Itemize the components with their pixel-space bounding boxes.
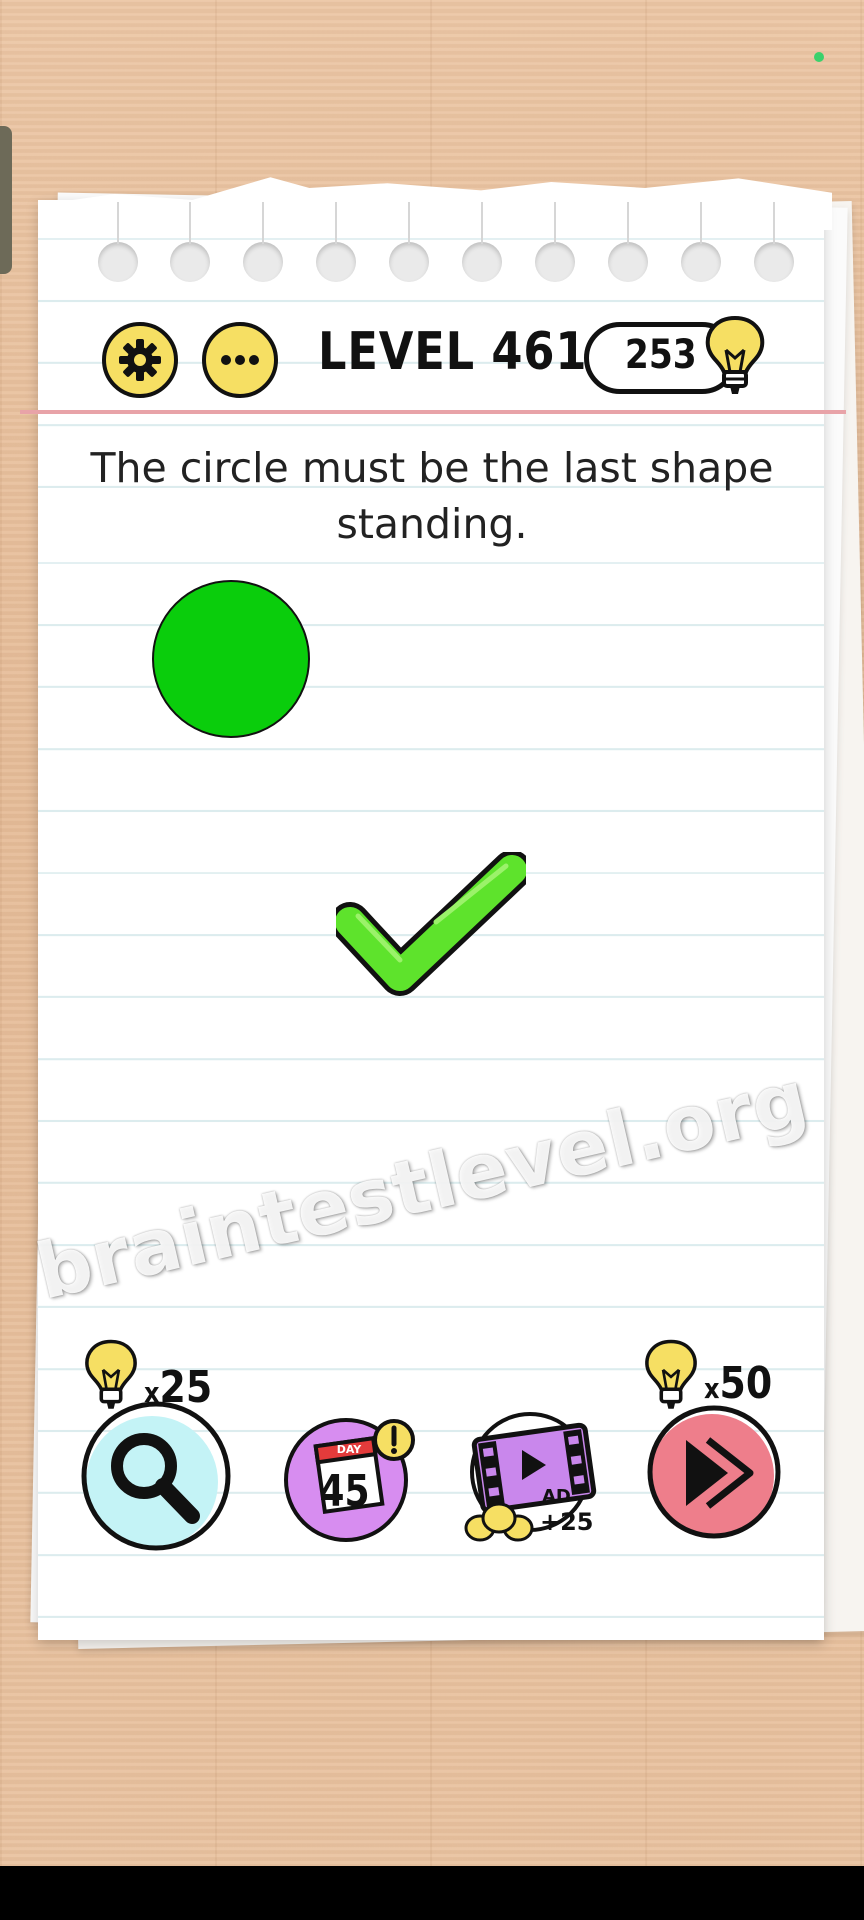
day-label: DAY bbox=[336, 1443, 362, 1456]
search-hint-button[interactable] bbox=[74, 1400, 234, 1552]
binder-hole bbox=[535, 202, 575, 282]
binder-hole bbox=[98, 202, 138, 282]
margin-line bbox=[20, 410, 846, 414]
gear-icon bbox=[119, 339, 161, 381]
more-options-button[interactable] bbox=[202, 322, 278, 398]
lightbulb-icon bbox=[705, 315, 765, 394]
binder-hole bbox=[754, 202, 794, 282]
green-circle-shape[interactable] bbox=[152, 580, 310, 738]
binder-hole bbox=[243, 202, 283, 282]
binder-hole bbox=[170, 202, 210, 282]
skip-cost-label: x50 bbox=[704, 1358, 773, 1409]
ad-reward-label: +25 bbox=[540, 1508, 594, 1536]
instruction-text: The circle must be the last shape standi… bbox=[90, 444, 774, 548]
status-indicator-dot bbox=[814, 52, 824, 62]
ad-label: AD bbox=[542, 1486, 571, 1507]
skip-cost: 50 bbox=[719, 1358, 773, 1409]
binder-hole bbox=[681, 202, 721, 282]
side-edge-handle[interactable] bbox=[0, 126, 12, 274]
binder-hole bbox=[316, 202, 356, 282]
hint-count: 253 bbox=[624, 332, 697, 378]
ellipsis-icon bbox=[221, 355, 259, 365]
system-navigation-bar bbox=[0, 1866, 864, 1920]
checkmark-icon bbox=[336, 852, 526, 996]
day-number: 45 bbox=[319, 1466, 370, 1517]
settings-button[interactable] bbox=[102, 322, 178, 398]
film-icon bbox=[471, 1422, 597, 1514]
binder-hole bbox=[462, 202, 502, 282]
level-title: LEVEL 461 bbox=[318, 322, 588, 382]
paper-torn-edge bbox=[52, 177, 832, 230]
binder-hole bbox=[389, 202, 429, 282]
lightbulb-icon bbox=[645, 1339, 697, 1409]
skip-level-button[interactable] bbox=[644, 1404, 784, 1544]
binder-hole bbox=[608, 202, 648, 282]
